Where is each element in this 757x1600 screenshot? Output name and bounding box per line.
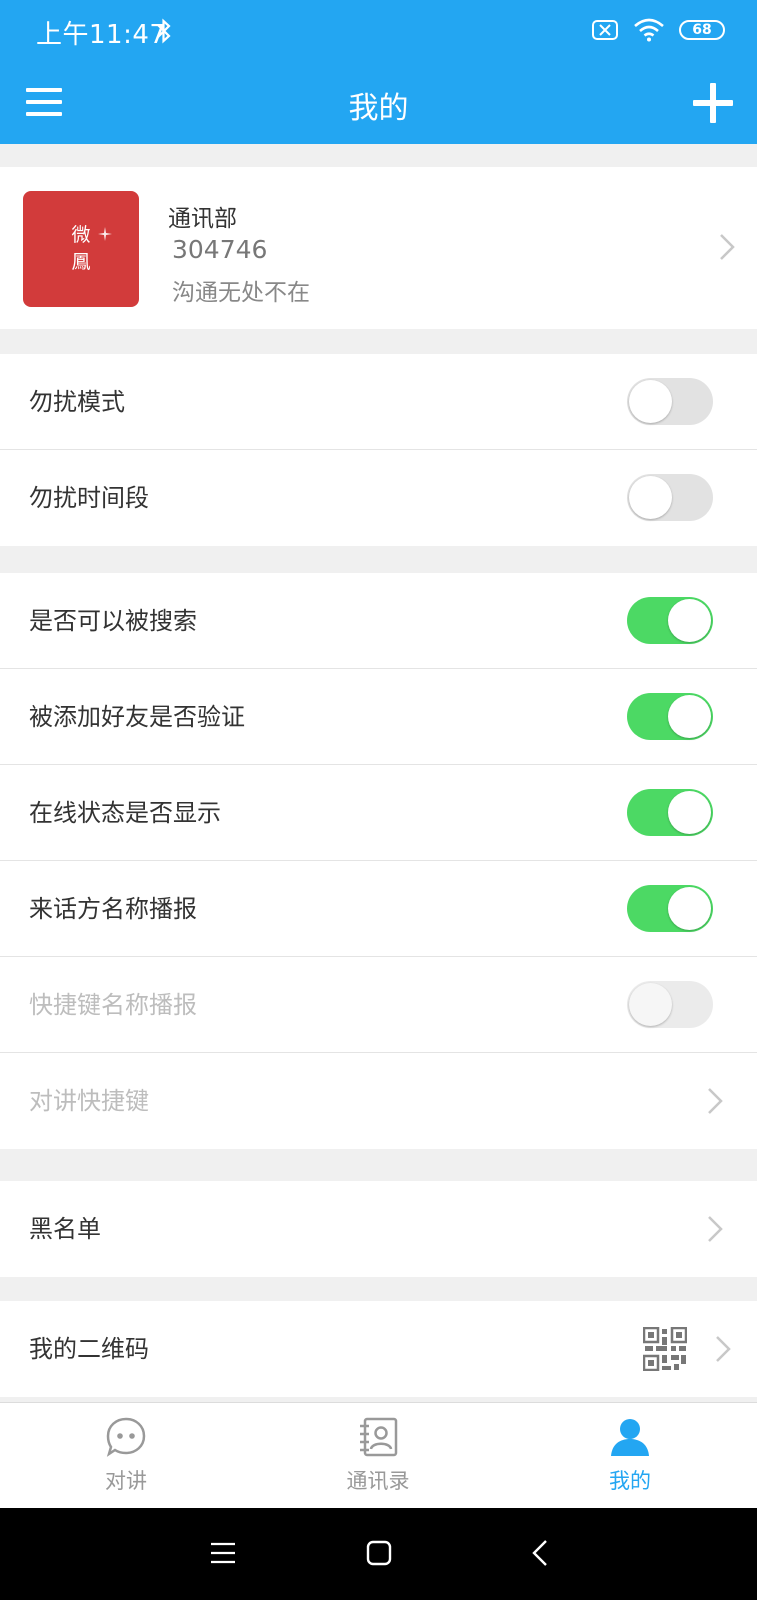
sim-off-icon <box>592 20 618 40</box>
wifi-icon <box>634 18 664 42</box>
friend-verify-toggle[interactable] <box>627 693 713 740</box>
qr-code-group: 我的二维码 <box>0 1301 757 1397</box>
setting-label: 在线状态是否显示 <box>29 799 221 827</box>
setting-row-dnd-mode: 勿扰模式 <box>0 354 757 450</box>
bottom-tab-bar: 对讲 通讯录 我的 <box>0 1402 757 1508</box>
searchable-toggle[interactable] <box>627 597 713 644</box>
tab-label: 对讲 <box>105 1469 147 1493</box>
status-time: 上午11:47 <box>36 20 167 50</box>
setting-row-caller-announce: 来话方名称播报 <box>0 861 757 957</box>
caller-announce-toggle[interactable] <box>627 885 713 932</box>
status-bar: 上午11:47 68 <box>0 0 757 64</box>
battery-level: 68 <box>692 22 712 38</box>
setting-label: 快捷键名称播报 <box>29 991 197 1019</box>
tab-me[interactable]: 我的 <box>504 1403 756 1509</box>
dnd-mode-toggle[interactable] <box>627 378 713 425</box>
setting-row-blacklist[interactable]: 黑名单 <box>0 1181 757 1277</box>
logo-char-2: 鳳 <box>71 251 91 273</box>
profile-avatar: 微 鳳 <box>23 191 139 307</box>
chevron-right-icon <box>708 1088 723 1114</box>
battery-indicator: 68 <box>679 20 725 40</box>
app-bar: 我的 <box>0 64 757 144</box>
dnd-period-toggle[interactable] <box>627 474 713 521</box>
system-nav-bar <box>0 1508 757 1600</box>
contacts-book-icon <box>360 1417 398 1457</box>
setting-row-talk-shortcut[interactable]: 对讲快捷键 <box>0 1053 757 1149</box>
tab-label: 我的 <box>609 1469 651 1493</box>
home-icon[interactable] <box>364 1538 394 1568</box>
add-icon[interactable] <box>691 81 735 125</box>
chevron-right-icon <box>708 1216 723 1242</box>
chevron-right-icon <box>720 234 735 260</box>
setting-row-searchable: 是否可以被搜索 <box>0 573 757 669</box>
online-status-toggle[interactable] <box>627 789 713 836</box>
setting-row-dnd-period: 勿扰时间段 <box>0 450 757 546</box>
setting-row-shortcut-announce: 快捷键名称播报 <box>0 957 757 1053</box>
setting-row-qr-code[interactable]: 我的二维码 <box>0 1301 757 1397</box>
profile-card[interactable]: 微 鳳 通讯部 304746 沟通无处不在 <box>0 167 757 329</box>
profile-name: 通讯部 <box>168 206 237 232</box>
person-icon <box>611 1419 649 1456</box>
qr-code-icon <box>643 1327 687 1371</box>
chevron-right-icon <box>716 1336 731 1362</box>
setting-label: 我的二维码 <box>29 1335 149 1363</box>
setting-label: 是否可以被搜索 <box>29 607 197 635</box>
sparkle-icon <box>98 227 112 241</box>
dnd-settings-group: 勿扰模式 勿扰时间段 <box>0 354 757 546</box>
privacy-settings-group: 是否可以被搜索 被添加好友是否验证 在线状态是否显示 来话方名称播报 快捷键名称… <box>0 573 757 1149</box>
tab-intercom[interactable]: 对讲 <box>0 1403 252 1509</box>
page-title: 我的 <box>348 91 409 126</box>
bluetooth-icon <box>157 18 171 44</box>
setting-label: 勿扰时间段 <box>29 484 149 512</box>
chat-bubble-icon <box>106 1417 146 1457</box>
setting-label: 勿扰模式 <box>29 388 125 416</box>
setting-row-online-status: 在线状态是否显示 <box>0 765 757 861</box>
tab-label: 通讯录 <box>346 1469 410 1493</box>
setting-label: 对讲快捷键 <box>29 1087 149 1115</box>
blacklist-group: 黑名单 <box>0 1181 757 1277</box>
setting-row-friend-verify: 被添加好友是否验证 <box>0 669 757 765</box>
profile-motto: 沟通无处不在 <box>172 280 310 306</box>
setting-label: 黑名单 <box>29 1215 101 1243</box>
shortcut-announce-toggle[interactable] <box>627 981 713 1028</box>
profile-id: 304746 <box>172 235 268 264</box>
back-icon[interactable] <box>526 1538 556 1568</box>
setting-label: 来话方名称播报 <box>29 895 197 923</box>
tab-contacts[interactable]: 通讯录 <box>252 1403 504 1509</box>
setting-label: 被添加好友是否验证 <box>29 703 245 731</box>
logo-char-1: 微 <box>71 224 91 246</box>
recent-apps-icon[interactable] <box>208 1538 238 1568</box>
